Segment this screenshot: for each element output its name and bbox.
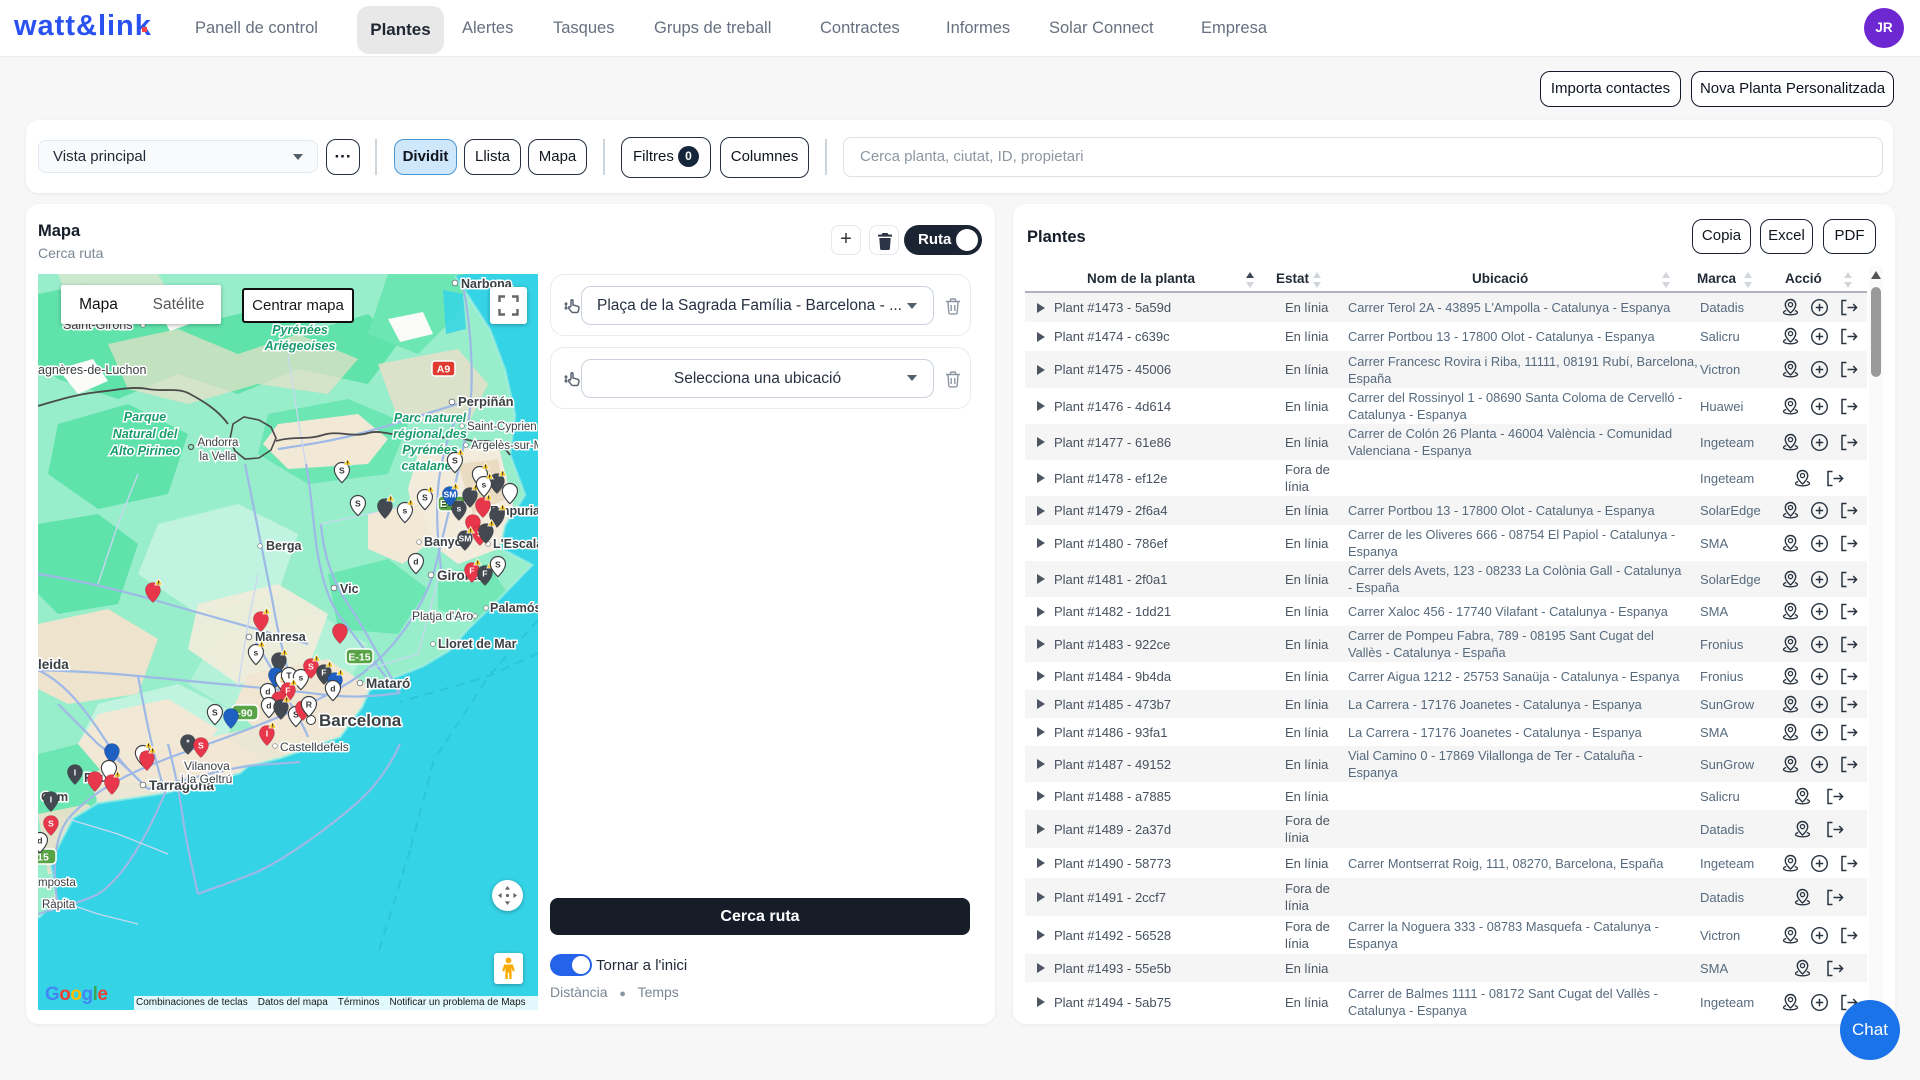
svg-text:I: I (50, 794, 52, 804)
svg-text:Parc naturel: Parc naturel (394, 411, 467, 425)
svg-text:SM: SM (458, 533, 471, 543)
svg-text:Mataró: Mataró (366, 676, 410, 691)
svg-text:F: F (469, 565, 474, 575)
svg-text:A9: A9 (437, 364, 451, 376)
svg-text:Platja d'Aro: Platja d'Aro (412, 609, 473, 623)
svg-text:S: S (355, 498, 361, 508)
svg-text:S: S (339, 465, 345, 475)
svg-text:d: d (38, 835, 43, 845)
svg-text:S: S (48, 818, 54, 828)
svg-text:s: s (254, 647, 259, 657)
svg-text:s: s (457, 503, 462, 513)
svg-text:d: d (266, 700, 271, 710)
svg-text:Vilanova: Vilanova (184, 759, 230, 773)
svg-text:Andorra: Andorra (198, 437, 240, 449)
svg-text:-90: -90 (237, 708, 252, 720)
svg-text:I: I (266, 728, 268, 738)
svg-text:15: 15 (38, 852, 49, 864)
svg-text:I: I (74, 767, 76, 777)
svg-text:SM: SM (443, 489, 456, 499)
svg-text:T: T (286, 670, 292, 680)
svg-text:S: S (495, 559, 501, 569)
svg-text:Vic: Vic (340, 582, 359, 596)
svg-text:i la Geltrú: i la Geltrú (181, 772, 232, 786)
svg-text:S: S (422, 492, 428, 502)
svg-text:Alto Pirineo: Alto Pirineo (109, 444, 181, 458)
svg-text:E-15: E-15 (348, 652, 370, 664)
svg-text:R: R (306, 699, 313, 709)
svg-text:Barcelona: Barcelona (319, 711, 402, 730)
svg-text:agnères-de-Luchon: agnères-de-Luchon (38, 363, 146, 377)
svg-text:Lloret de Mar: Lloret de Mar (438, 637, 517, 651)
svg-text:S: S (212, 707, 218, 717)
svg-text:régional des: régional des (393, 427, 467, 441)
svg-text:s: s (299, 672, 304, 682)
svg-text:Castelldefels: Castelldefels (280, 740, 349, 754)
svg-text:Berga: Berga (266, 539, 302, 553)
svg-text:Natural del: Natural del (113, 427, 178, 441)
svg-text:S: S (198, 740, 204, 750)
svg-text:L'Escala: L'Escala (493, 537, 538, 551)
svg-text:F: F (482, 568, 487, 578)
svg-text:Saint-Cyprien: Saint-Cyprien (467, 421, 537, 433)
svg-text:S: S (452, 455, 458, 465)
svg-text:Perpiñán: Perpiñán (458, 394, 514, 409)
svg-text:Palamós: Palamós (490, 601, 538, 615)
svg-text:d: d (413, 556, 418, 566)
svg-text:leida: leida (38, 657, 69, 672)
svg-text:F: F (321, 667, 326, 677)
svg-text:S: S (308, 661, 314, 671)
svg-text:Ràpita: Ràpita (42, 899, 76, 911)
svg-text:Ariégeoises: Ariégeoises (264, 339, 336, 353)
svg-text:Pyrénées: Pyrénées (272, 323, 328, 337)
svg-text:F: F (285, 685, 290, 695)
svg-text:s: s (482, 479, 487, 489)
svg-text:s: s (403, 505, 408, 515)
svg-text:la Vella: la Vella (199, 451, 237, 463)
svg-text:mposta: mposta (38, 877, 76, 889)
svg-text:Parque: Parque (124, 410, 166, 424)
svg-text:d: d (265, 686, 270, 696)
svg-text:Argelès-sur-M: Argelès-sur-M (471, 440, 538, 452)
svg-text:d: d (330, 683, 335, 693)
